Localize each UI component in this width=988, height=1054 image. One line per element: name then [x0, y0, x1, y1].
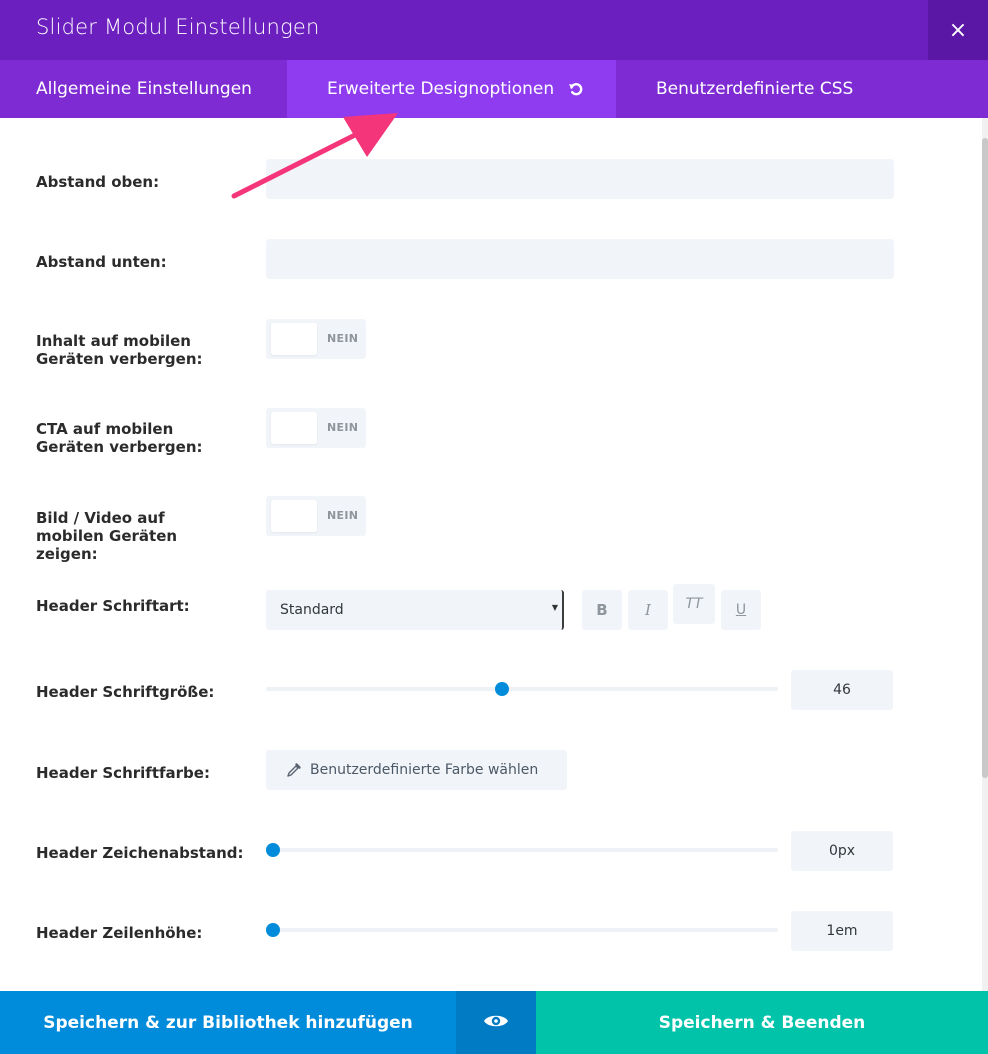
panel-scrollbar[interactable] [982, 118, 988, 991]
hide-content-mobile-toggle[interactable]: NEIN [266, 319, 366, 359]
header-line-height-slider[interactable] [266, 923, 778, 937]
slider-handle[interactable] [266, 923, 280, 937]
header-font-value: Standard [280, 602, 344, 618]
close-button[interactable]: × [928, 0, 988, 60]
header-font-label: Header Schriftart: [36, 597, 190, 615]
padding-bottom-input[interactable] [266, 239, 894, 279]
choose-color-button[interactable]: Benutzerdefinierte Farbe wählen [266, 750, 567, 790]
toggle-state: NEIN [327, 332, 359, 345]
header-font-size-label: Header Schriftgröße: [36, 683, 215, 701]
italic-icon: I [645, 601, 651, 619]
slider-handle[interactable] [266, 843, 280, 857]
underline-button[interactable]: U [721, 590, 761, 630]
modal-footer: Speichern & zur Bibliothek hinzufügen Sp… [0, 991, 988, 1054]
show-image-mobile-label: Bild / Video auf mobilen Geräten zeigen: [36, 509, 178, 563]
hide-cta-mobile-toggle[interactable]: NEIN [266, 408, 366, 448]
uppercase-button[interactable]: TT [673, 584, 715, 624]
padding-bottom-label: Abstand unten: [36, 253, 167, 271]
toggle-knob [271, 323, 317, 355]
padding-top-input[interactable] [266, 159, 894, 199]
header-font-color-label: Header Schriftfarbe: [36, 764, 210, 782]
toggle-state: NEIN [327, 421, 359, 434]
scrollbar-thumb[interactable] [982, 138, 988, 778]
settings-panel: Abstand oben: Abstand unten: Inhalt auf … [0, 118, 980, 991]
preview-button[interactable] [456, 991, 536, 1054]
hide-cta-mobile-label: CTA auf mobilen Geräten verbergen: [36, 420, 203, 456]
header-letter-spacing-label: Header Zeichenabstand: [36, 844, 244, 862]
close-icon: × [948, 17, 968, 43]
header-font-size-slider[interactable] [266, 682, 778, 696]
show-image-mobile-toggle[interactable]: NEIN [266, 496, 366, 536]
tab-general-settings[interactable]: Allgemeine Einstellungen [0, 60, 287, 118]
header-line-height-label: Header Zeilenhöhe: [36, 924, 203, 942]
reset-icon[interactable] [568, 81, 584, 97]
tab-advanced-design[interactable]: Erweiterte Designoptionen [287, 60, 616, 118]
settings-tabs: Allgemeine Einstellungen Erweiterte Desi… [0, 60, 988, 118]
modal-title: Slider Modul Einstellungen [36, 15, 320, 39]
tab-custom-css[interactable]: Benutzerdefinierte CSS [616, 60, 853, 118]
save-and-exit-button[interactable]: Speichern & Beenden [536, 991, 988, 1054]
dropdown-arrow-icon: ▼ [551, 603, 558, 612]
header-font-select[interactable]: Standard ▼ [266, 590, 564, 630]
modal-title-bar: Slider Modul Einstellungen × [0, 0, 988, 60]
save-to-library-label: Speichern & zur Bibliothek hinzufügen [43, 1012, 413, 1033]
save-to-library-button[interactable]: Speichern & zur Bibliothek hinzufügen [0, 991, 456, 1054]
eyedropper-icon [286, 762, 302, 778]
slider-handle[interactable] [495, 682, 509, 696]
uppercase-icon: TT [685, 596, 703, 612]
bold-icon: B [596, 601, 608, 619]
tab-label: Allgemeine Einstellungen [36, 79, 252, 99]
toggle-knob [271, 412, 317, 444]
header-letter-spacing-slider[interactable] [266, 843, 778, 857]
bold-button[interactable]: B [582, 590, 622, 630]
hide-content-mobile-label: Inhalt auf mobilen Geräten verbergen: [36, 332, 203, 368]
header-font-size-value[interactable]: 46 [791, 670, 893, 710]
underline-icon: U [735, 602, 747, 618]
toggle-knob [271, 500, 317, 532]
eye-icon [483, 1012, 509, 1034]
italic-button[interactable]: I [628, 590, 668, 630]
header-letter-spacing-value[interactable]: 0px [791, 831, 893, 871]
padding-top-label: Abstand oben: [36, 173, 160, 191]
save-and-exit-label: Speichern & Beenden [658, 1012, 866, 1033]
choose-color-label: Benutzerdefinierte Farbe wählen [310, 762, 539, 778]
tab-label: Erweiterte Designoptionen [327, 79, 555, 99]
header-line-height-value[interactable]: 1em [791, 911, 893, 951]
toggle-state: NEIN [327, 509, 359, 522]
tab-label: Benutzerdefinierte CSS [656, 79, 854, 99]
